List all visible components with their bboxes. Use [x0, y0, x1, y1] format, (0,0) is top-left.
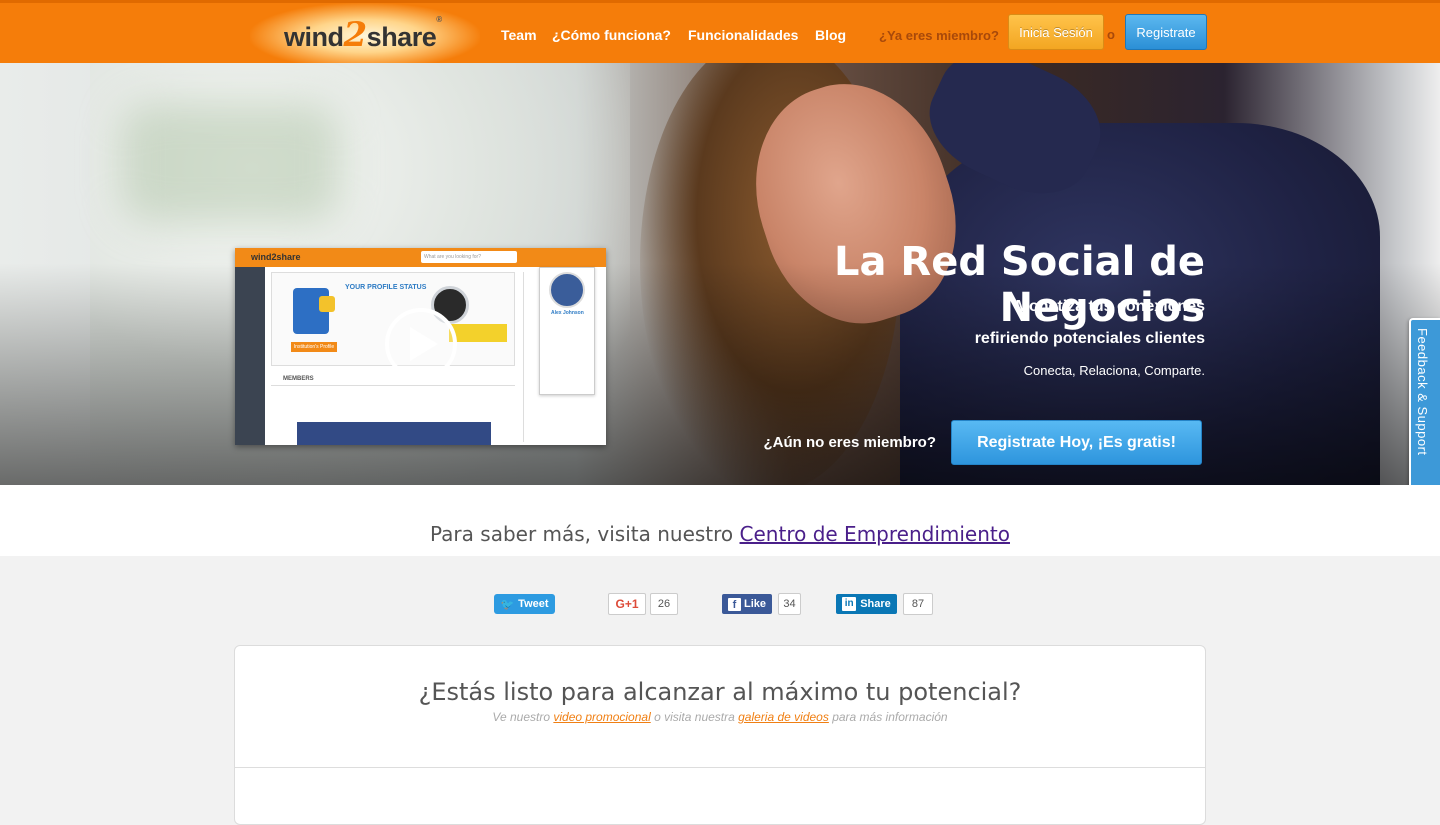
video-app-yellow-note [449, 324, 507, 342]
video-app-logo: wind2share [251, 252, 301, 262]
entrepreneurship-center-link[interactable]: Centro de Emprendimiento [740, 522, 1010, 546]
linkedin-share-label: Share [860, 598, 891, 610]
play-triangle-icon [410, 327, 438, 361]
video-app-user-name: Alex Johnson [551, 310, 584, 316]
panel-info-suffix: para más información [828, 710, 948, 724]
site-header: wind2share® Team ¿Cómo funciona? Funcion… [0, 3, 1440, 63]
nav-funcionalidades[interactable]: Funcionalidades [688, 27, 798, 43]
video-app-search: What are you looking for? [421, 251, 517, 263]
video-app-sidebar [235, 267, 265, 445]
register-button[interactable]: Registrate [1125, 14, 1207, 50]
learn-more-prefix: Para saber más, visita nuestro [430, 522, 740, 546]
hero-title: La Red Social de Negocios [834, 239, 1205, 331]
register-today-button[interactable]: Registrate Hoy, ¡Es gratis! [951, 420, 1202, 465]
video-app-profile-button: Institution's Profile [291, 342, 337, 352]
potential-panel: ¿Estás listo para alcanzar al máximo tu … [234, 645, 1206, 825]
linkedin-icon: in [842, 597, 857, 611]
login-button[interactable]: Inicia Sesión [1008, 14, 1104, 50]
panel-title: ¿Estás listo para alcanzar al máximo tu … [418, 678, 1022, 706]
linkedin-share-button[interactable]: in Share [836, 594, 897, 614]
nav-blog[interactable]: Blog [815, 27, 846, 43]
feedback-support-tab[interactable]: Feedback & Support [1409, 318, 1440, 492]
facebook-like-button[interactable]: f Like [722, 594, 772, 614]
panel-info-prefix: Ve nuestro [492, 710, 554, 724]
video-app-members-label: MEMBERS [283, 376, 314, 382]
facebook-like-label: Like [743, 598, 766, 610]
google-plus-button[interactable]: G+1 [608, 593, 646, 615]
hero-background-window [120, 103, 340, 223]
video-app-avatar [549, 272, 585, 308]
video-gallery-link[interactable]: galeria de videos [738, 710, 829, 724]
hero-subtitle-1: Monetiza tus conexiones [1015, 298, 1205, 315]
panel-divider [235, 767, 1205, 768]
hero-subtitle-2: refiriendo potenciales clientes [974, 330, 1205, 347]
or-separator: o [1107, 27, 1115, 42]
linkedin-share-count: 87 [903, 593, 933, 615]
learn-more-text: Para saber más, visita nuestro Centro de… [0, 522, 1440, 546]
panel-info-middle: o visita nuestra [650, 710, 739, 724]
hero-tagline: Conecta, Relaciona, Comparte. [1023, 363, 1205, 378]
learn-more-section: Para saber más, visita nuestro Centro de… [0, 485, 1440, 556]
not-member-text: ¿Aún no eres miembro? [763, 434, 936, 451]
tweet-label: Tweet [518, 598, 549, 610]
member-question: ¿Ya eres miembro? [879, 28, 999, 43]
nav-team[interactable]: Team [501, 27, 537, 43]
google-plus-count: 26 [650, 593, 678, 615]
nav-como-funciona[interactable]: ¿Cómo funciona? [552, 27, 671, 43]
feedback-support-label: Feedback & Support [1415, 328, 1430, 456]
wind2share-logo[interactable]: wind2share® [284, 15, 442, 55]
video-app-search-bar [297, 422, 491, 445]
video-app-divider [271, 385, 515, 386]
video-app-plus-icon [319, 296, 335, 312]
twitter-bird-icon: 🐦 [500, 598, 515, 611]
panel-info: Ve nuestro video promocional o visita nu… [235, 710, 1205, 724]
video-app-profile-title: YOUR PROFILE STATUS [345, 284, 427, 291]
promo-video-link[interactable]: video promocional [553, 710, 650, 724]
facebook-icon: f [727, 597, 741, 611]
tweet-button[interactable]: 🐦 Tweet [494, 594, 555, 614]
facebook-like-count: 34 [778, 593, 801, 615]
